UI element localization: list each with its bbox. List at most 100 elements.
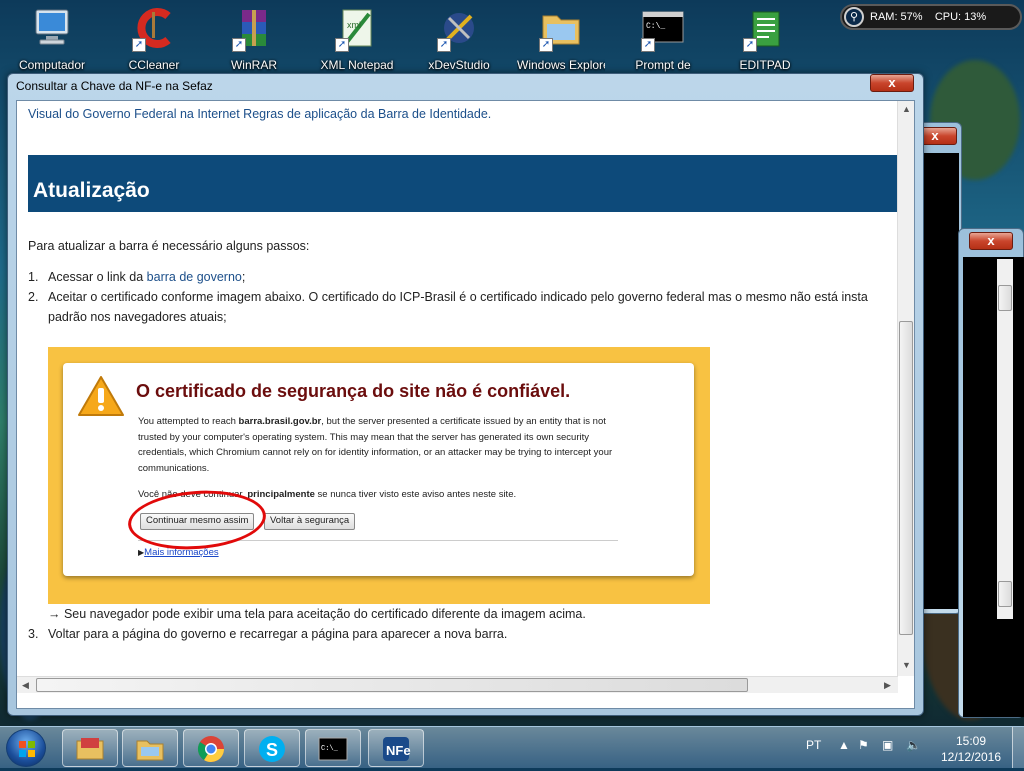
cpu-usage: CPU: 13% [934, 11, 987, 23]
note-bold: principalmente [247, 489, 315, 500]
desktop-icon-label: XML Notepad [320, 58, 394, 72]
scrollbar[interactable] [997, 259, 1013, 619]
windows-logo-icon [19, 741, 35, 757]
desktop-icon-computador[interactable]: Computador [8, 6, 96, 72]
desktop-icon-ccleaner[interactable]: ➚ CCleaner [110, 6, 198, 72]
taskbar-skype-button[interactable]: S [244, 729, 300, 767]
scroll-left-icon[interactable]: ◀ [17, 677, 34, 694]
svg-text:NFe: NFe [386, 743, 411, 758]
scroll-right-icon[interactable]: ▶ [879, 677, 896, 694]
broom-icon[interactable]: ⚲ [844, 7, 864, 27]
taskbar-chrome-button[interactable] [183, 729, 239, 767]
warning-icon [77, 375, 125, 420]
section-heading: Atualização [28, 155, 898, 212]
xdevstudio-icon: ➚ [437, 6, 481, 52]
desktop-icon-label: WinRAR [230, 58, 277, 72]
close-button[interactable]: x [870, 74, 914, 92]
step-3: Voltar para a página do governo e recarr… [48, 627, 508, 641]
start-button[interactable] [6, 729, 46, 767]
skype-icon: S [257, 735, 287, 763]
shortcut-arrow-icon: ➚ [437, 38, 451, 52]
step-2-line-1: Aceitar o certificado conforme imagem ab… [48, 290, 868, 304]
arrow-note: → Seu navegador pode exibir uma tela par… [48, 607, 586, 621]
certificate-body-text: You attempted to reach [138, 416, 239, 427]
desktop-icon-winrar[interactable]: ➚ WinRAR [210, 6, 298, 72]
horizontal-scrollbar[interactable]: ◀ ▶ [17, 676, 898, 693]
web-content[interactable]: Visual do Governo Federal na Internet Re… [16, 100, 915, 709]
back-to-safety-button[interactable]: Voltar à segurança [264, 513, 356, 530]
step-number: 1. [28, 270, 39, 284]
svg-text:C:\_: C:\_ [646, 22, 665, 31]
show-desktop-button[interactable] [1012, 727, 1024, 768]
folder-icon: ➚ [539, 6, 583, 52]
editpad-icon: ➚ [743, 6, 787, 52]
taskbar-cmd-button[interactable]: C:\_ [305, 729, 361, 767]
intro-link[interactable]: Visual do Governo Federal na Internet Re… [28, 107, 491, 121]
desktop-icon-label: Computador [18, 58, 86, 72]
ram-usage: RAM: 57% [870, 11, 923, 23]
shortcut-arrow-icon: ➚ [132, 38, 146, 52]
volume-icon[interactable]: 🔈 [906, 738, 921, 752]
step-text: ; [241, 270, 246, 284]
step-1: Acessar o link da barra de governo; [48, 270, 245, 284]
shortcut-arrow-icon: ➚ [335, 38, 349, 52]
cmd-icon: C:\_ ➚ [641, 6, 685, 52]
taskbar-folder-button[interactable] [122, 729, 178, 767]
shortcut-arrow-icon: ➚ [232, 38, 246, 52]
svg-text:C:\_: C:\_ [321, 745, 339, 753]
clock[interactable]: 15:09 12/12/2016 [936, 733, 1006, 765]
close-button[interactable]: x [969, 232, 1013, 250]
svg-text:S: S [266, 740, 278, 760]
desktop-icon-xdevstudio[interactable]: ➚ xDevStudio [415, 6, 503, 72]
vertical-scrollbar[interactable]: ▲ ▼ [897, 101, 914, 676]
note-text: se nunca tiver visto este aviso antes ne… [314, 489, 517, 500]
desktop-icon-label: xDevStudio [428, 58, 490, 72]
desktop-icon-label: EDITPAD [739, 58, 791, 72]
system-monitor: ⚲ RAM: 57% CPU: 13% [840, 4, 1022, 30]
action-center-flag-icon[interactable]: ⚑ [858, 738, 869, 752]
explorer-icon [75, 735, 105, 763]
intro-line: Visual do Governo Federal na Internet Re… [28, 107, 491, 121]
certificate-warning-image: O certificado de segurança do site não é… [48, 347, 710, 604]
certificate-host: barra.brasil.gov.br [238, 416, 322, 427]
scroll-down-icon[interactable]: ▼ [898, 657, 914, 674]
cmd-icon: C:\_ [318, 735, 348, 763]
scroll-thumb[interactable] [899, 321, 913, 635]
winrar-icon: ➚ [232, 6, 276, 52]
desktop-icon-label: Windows Explorer [517, 58, 605, 72]
computer-icon [30, 6, 74, 50]
folder-icon [135, 735, 165, 763]
shortcut-arrow-icon: ➚ [641, 38, 655, 52]
scroll-up-icon[interactable]: ▲ [898, 101, 914, 118]
ccleaner-icon: ➚ [132, 6, 176, 52]
shortcut-arrow-icon: ➚ [743, 38, 757, 52]
desktop-icon-prompt[interactable]: C:\_ ➚ Prompt de [619, 6, 707, 72]
nfe-icon: NFe [381, 735, 411, 763]
certificate-heading: O certificado de segurança do site não é… [136, 381, 571, 401]
svg-text:xml: xml [347, 20, 361, 30]
certificate-warning-card: O certificado de segurança do site não é… [63, 363, 694, 576]
desktop-icon-label: Prompt de [635, 58, 691, 72]
step-number: 2. [28, 290, 39, 304]
clock-time: 15:09 [955, 734, 987, 748]
main-window[interactable]: Consultar a Chave da NF-e na Sefaz x Vis… [7, 73, 924, 716]
step-text: Acessar o link da [48, 270, 147, 284]
background-window-2[interactable]: x [958, 228, 1024, 718]
barra-de-governo-link[interactable]: barra de governo [147, 270, 242, 284]
lead-text: Para atualizar a barra é necessário algu… [28, 239, 310, 253]
window-title: Consultar a Chave da NF-e na Sefaz [16, 79, 213, 93]
page: Visual do Governo Federal na Internet Re… [17, 101, 898, 676]
scroll-thumb[interactable] [36, 678, 748, 692]
taskbar-explorer-button[interactable] [62, 729, 118, 767]
desktop-icon-editpad[interactable]: ➚ EDITPAD [721, 6, 809, 72]
tray-expand-icon[interactable]: ▲ [838, 738, 850, 752]
step-number: 3. [28, 627, 39, 641]
desktop-icon-label: CCleaner [128, 58, 180, 72]
taskbar-nfe-button[interactable]: NFe [368, 729, 424, 767]
shortcut-arrow-icon: ➚ [539, 38, 553, 52]
language-indicator[interactable]: PT [806, 738, 821, 752]
desktop-icon-xml-notepad[interactable]: xml ➚ XML Notepad [313, 6, 401, 72]
network-icon[interactable]: ▣ [882, 738, 893, 752]
desktop-icon-windows-explorer[interactable]: ➚ Windows Explorer [517, 6, 605, 72]
xml-notepad-icon: xml ➚ [335, 6, 379, 52]
